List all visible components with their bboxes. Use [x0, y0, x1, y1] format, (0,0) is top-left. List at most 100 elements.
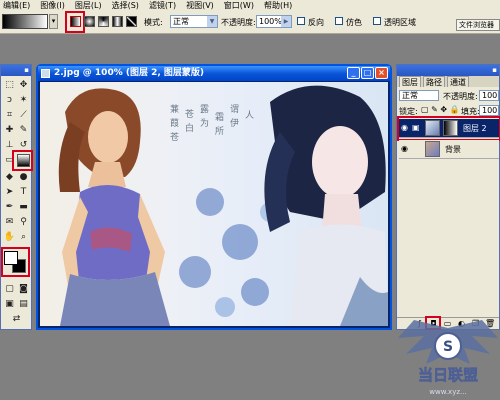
shape-tool-icon[interactable]: ▬ [17, 201, 30, 214]
highlight-box-color-swatches [1, 247, 30, 277]
poem-char: 人 [245, 110, 254, 121]
healing-brush-tool-icon[interactable]: ✚ [3, 124, 16, 137]
poem-char: 苍 [185, 108, 194, 120]
gradient-dropdown-button[interactable]: ▾ [49, 14, 58, 29]
fullscreen-mode-icon[interactable]: ▤ [17, 298, 30, 311]
transparency-checkbox[interactable] [373, 17, 381, 25]
type-tool-icon[interactable]: T [17, 186, 30, 199]
calligraphy-text: 蒹 葭 苍 苍 白 露 为 霜 所 谓 伊 人 [170, 103, 254, 143]
poem-char: 葭 [170, 117, 179, 129]
layers-panel-tabs: 图层 路径 通道 [397, 76, 499, 87]
menu-view[interactable]: 视图(V) [183, 0, 217, 11]
file-browser-button[interactable]: 文件浏览器 [456, 19, 500, 31]
screen-mode-icon[interactable]: ▣ [3, 298, 16, 311]
highlight-box-linear-gradient [65, 11, 85, 33]
reflected-gradient-button[interactable] [112, 16, 123, 27]
slice-tool-icon[interactable]: ⟋ [17, 109, 30, 122]
diamond-gradient-button[interactable] [126, 16, 137, 27]
marquee-tool-icon[interactable]: ⬚ [3, 79, 16, 92]
opacity-value: 100% [259, 17, 282, 26]
site-watermark-logo: S 当日联盟 www.xyz... [398, 320, 498, 396]
image-canvas[interactable]: 蒹 葭 苍 苍 白 露 为 霜 所 谓 伊 人 [40, 82, 388, 326]
lasso-tool-icon[interactable]: ↄ [3, 94, 16, 107]
poem-char: 露 [200, 104, 209, 115]
quick-mask-mode-icon[interactable]: ◙ [17, 283, 30, 296]
right-portrait [264, 85, 388, 326]
path-select-tool-icon[interactable]: ➤ [3, 186, 16, 199]
poem-char: 白 [185, 122, 194, 134]
flower-pattern [179, 188, 280, 317]
watermark-url-text: www.xyz... [429, 388, 466, 396]
reverse-checkbox[interactable] [297, 17, 305, 25]
eyedropper-tool-icon[interactable]: ⚲ [17, 216, 30, 229]
fill-input[interactable]: 100 [479, 105, 499, 116]
radial-gradient-button[interactable] [84, 16, 95, 27]
menu-select[interactable]: 选择(S) [109, 0, 142, 11]
watermark-brand-text: 当日联盟 [418, 366, 478, 384]
poem-char: 所 [215, 126, 224, 137]
dodge-tool-icon[interactable]: ● [17, 171, 30, 184]
hand-tool-icon[interactable]: ✋ [3, 231, 16, 244]
poem-char: 谓 [230, 104, 239, 115]
tab-channels[interactable]: 通道 [447, 76, 469, 87]
close-button[interactable]: × [375, 67, 388, 79]
mode-select[interactable]: 正常 ▼ [170, 15, 218, 28]
layer-row-background[interactable]: ◉ 背景 [399, 140, 499, 159]
menu-edit[interactable]: 编辑(E) [0, 0, 33, 11]
tab-layers[interactable]: 图层 [399, 76, 421, 87]
pen-tool-icon[interactable]: ✒ [3, 201, 16, 214]
menu-bar: 编辑(E) 图像(I) 图层(L) 选择(S) 滤镜(T) 视图(V) 窗口(W… [0, 0, 500, 11]
document-window: 2.jpg @ 100% (图层 2, 图层蒙版) _ □ × 蒹 葭 苍 苍 … [36, 64, 392, 330]
layer-opacity-label: 不透明度: [443, 92, 478, 101]
gradient-preview[interactable] [2, 14, 48, 29]
menu-layer[interactable]: 图层(L) [72, 0, 105, 11]
angle-gradient-button[interactable] [98, 16, 109, 27]
magic-wand-tool-icon[interactable]: ✶ [17, 94, 30, 107]
opacity-input[interactable]: 100% ▶ [256, 15, 292, 28]
notes-tool-icon[interactable]: ✉ [3, 216, 16, 229]
highlight-box-gradient-tool [12, 150, 33, 171]
dither-checkbox[interactable] [335, 17, 343, 25]
layers-panel: ▪ 图层 路径 通道 正常 不透明度: 100 锁定: ▢ ✎ ✥ 🔒 填充: … [396, 64, 500, 330]
document-icon [41, 69, 50, 78]
menu-help[interactable]: 帮助(H) [261, 0, 295, 11]
poem-char: 为 [200, 117, 209, 129]
standard-mode-icon[interactable]: ▢ [3, 283, 16, 296]
left-portrait [58, 88, 170, 326]
menu-window[interactable]: 窗口(W) [221, 0, 257, 11]
highlight-box-selected-layer [397, 116, 500, 141]
minimize-button[interactable]: _ [347, 67, 360, 79]
layer-opacity-value: 100 [482, 91, 498, 100]
poem-char: 伊 [230, 117, 239, 129]
poem-char: 霜 [215, 112, 224, 123]
crop-tool-icon[interactable]: ⌗ [3, 109, 16, 122]
photo-composite: 蒹 葭 苍 苍 白 露 为 霜 所 谓 伊 人 [58, 85, 388, 326]
options-bar: ▾ 模式: 正常 ▼ 不透明度: 100% ▶ 反向 仿色 透明区域 文件浏览器 [0, 11, 500, 34]
document-title-bar[interactable]: 2.jpg @ 100% (图层 2, 图层蒙版) _ □ × [38, 66, 390, 81]
layer-opacity-input[interactable]: 100 [479, 90, 499, 101]
fill-value: 100 [482, 106, 498, 115]
eye-icon[interactable]: ◉ [401, 145, 409, 153]
reverse-label: 反向 [308, 18, 324, 27]
chevron-right-icon: ▶ [281, 16, 291, 27]
mode-value: 正常 [173, 17, 189, 26]
transparency-label: 透明区域 [384, 18, 416, 27]
move-tool-icon[interactable]: ✥ [17, 79, 30, 92]
jump-to-imageready-icon[interactable]: ⇄ [10, 313, 23, 326]
zoom-tool-icon[interactable]: ⌕ [17, 231, 30, 244]
menu-filter[interactable]: 滤镜(T) [146, 0, 179, 11]
lock-icons[interactable]: ▢ ✎ ✥ 🔒 [421, 105, 460, 114]
poem-char: 苍 [170, 131, 179, 143]
blend-mode-select[interactable]: 正常 [399, 90, 439, 101]
document-title: 2.jpg @ 100% (图层 2, 图层蒙版) [54, 68, 205, 78]
blur-tool-icon[interactable]: ◆ [3, 171, 16, 184]
tab-paths[interactable]: 路径 [423, 76, 445, 87]
maximize-button[interactable]: □ [361, 67, 374, 79]
svg-text:S: S [443, 339, 453, 355]
blend-mode-value: 正常 [402, 91, 418, 100]
menu-image[interactable]: 图像(I) [37, 0, 68, 11]
layers-panel-titlebar[interactable]: ▪ [397, 65, 499, 76]
chevron-down-icon: ▼ [207, 16, 217, 27]
dither-label: 仿色 [346, 18, 362, 27]
brush-tool-icon[interactable]: ✎ [17, 124, 30, 137]
